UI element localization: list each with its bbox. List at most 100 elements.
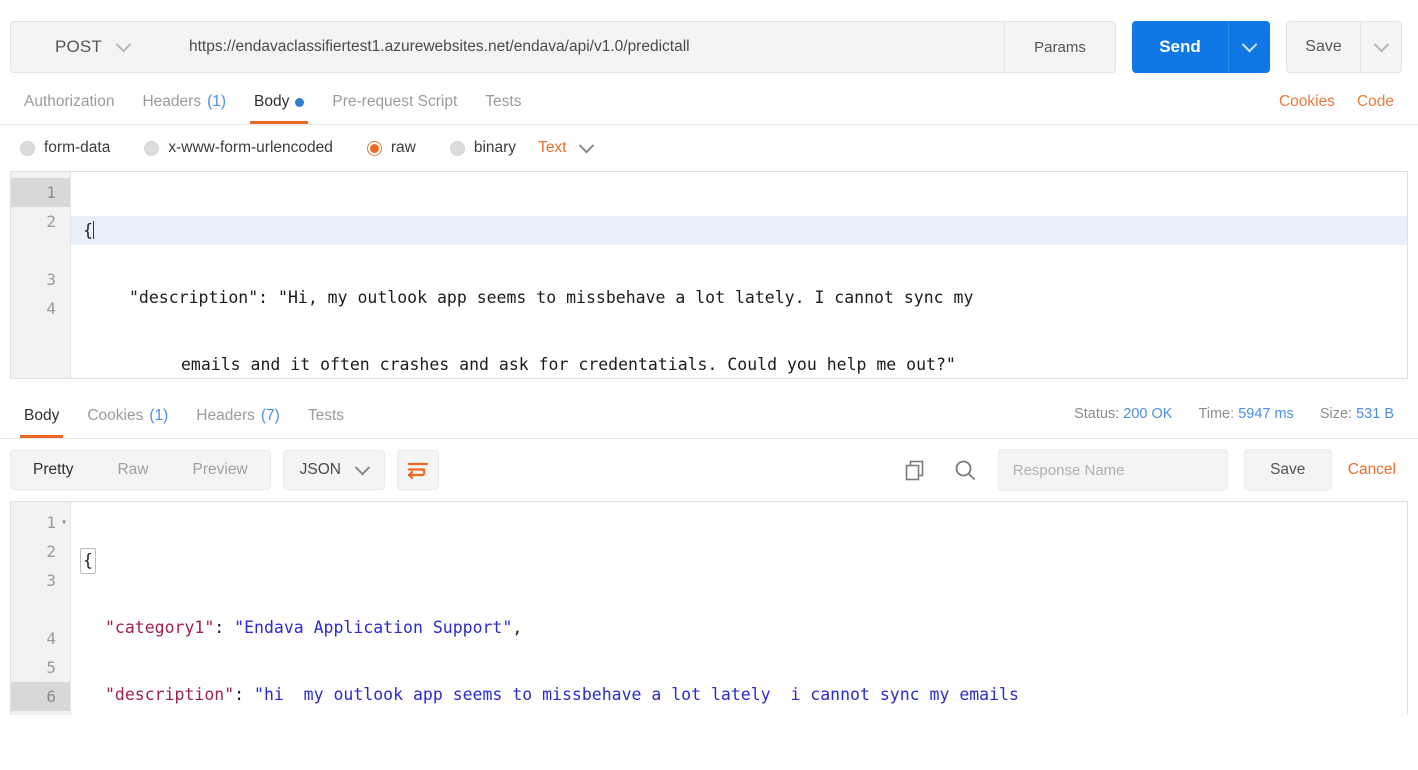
response-toolbar-actions: Save Cancel (898, 449, 1408, 491)
raw-format-dropdown[interactable]: Text (538, 137, 594, 157)
tab-headers[interactable]: Headers (1) (128, 80, 240, 124)
line-number: 4 (46, 299, 56, 318)
request-tabs: Authorization Headers (1) Body Pre-reque… (0, 80, 1418, 125)
response-tab-tests[interactable]: Tests (294, 394, 358, 438)
response-view-mode-group: Pretty Raw Preview (10, 450, 271, 490)
line-number: 3 (46, 270, 56, 289)
text-cursor (92, 221, 94, 239)
code-key: "description" (129, 288, 259, 307)
body-type-raw[interactable]: raw (366, 139, 416, 157)
send-button-group: Send (1132, 21, 1270, 73)
tab-count: (1) (149, 407, 169, 424)
postman-window: POST Params Send Save Authorization (0, 0, 1418, 770)
view-mode-pretty[interactable]: Pretty (11, 451, 95, 489)
radio-label: raw (390, 139, 416, 156)
tab-tests[interactable]: Tests (471, 80, 535, 124)
request-tabs-actions: Cookies Code (1279, 80, 1408, 124)
chevron-down-icon (578, 137, 594, 153)
body-type-binary[interactable]: binary (449, 139, 517, 157)
line-number: 1 (11, 178, 70, 207)
http-method-dropdown[interactable]: POST (10, 21, 173, 73)
tab-label: Body (254, 93, 290, 110)
time-meta: Time: 5947 ms (1198, 406, 1293, 422)
response-meta: Status: 200 OK Time: 5947 ms Size: 531 B (1074, 390, 1408, 438)
response-tab-body[interactable]: Body (10, 394, 73, 438)
response-format-dropdown[interactable]: JSON (282, 450, 385, 490)
radio-icon[interactable] (449, 140, 465, 156)
response-tabs: Body Cookies (1) Headers (7) Tests Statu… (0, 389, 1418, 439)
tab-body[interactable]: Body (240, 80, 318, 124)
line-number: 4 (46, 629, 56, 648)
request-body-code[interactable]: { "description": "Hi, my outlook app see… (71, 172, 1407, 378)
request-url-bar: POST Params Send Save (0, 0, 1418, 80)
params-label: Params (1034, 38, 1086, 56)
size-meta: Size: 531 B (1320, 406, 1394, 422)
save-response-button[interactable]: Save (1243, 449, 1332, 491)
json-punct: , (512, 618, 523, 637)
line-number: 2 (46, 212, 56, 231)
body-type-urlencoded[interactable]: x-www-form-urlencoded (144, 139, 333, 157)
response-tab-headers[interactable]: Headers (7) (182, 394, 294, 438)
code-line-1: { (71, 216, 1407, 245)
radio-icon[interactable] (20, 140, 35, 156)
radio-icon-selected[interactable] (366, 140, 382, 156)
radio-label: form-data (44, 139, 111, 156)
code-text: { (80, 548, 96, 574)
cookies-link[interactable]: Cookies (1279, 93, 1335, 111)
status-meta: Status: 200 OK (1074, 406, 1172, 422)
send-label: Send (1159, 37, 1201, 56)
tab-label: Pre-request Script (332, 93, 458, 110)
raw-format-label: Text (538, 139, 567, 156)
response-name-input[interactable] (997, 449, 1228, 491)
view-mode-preview[interactable]: Preview (171, 451, 270, 489)
radio-icon[interactable] (144, 140, 160, 156)
cancel-link[interactable]: Cancel (1348, 461, 1402, 479)
save-request-button[interactable]: Save (1286, 21, 1360, 73)
search-button[interactable] (948, 453, 982, 487)
line-number: 1 ▾ (11, 508, 70, 537)
body-type-selector: form-data x-www-form-urlencoded raw bina… (0, 125, 1418, 171)
word-wrap-icon (407, 462, 429, 479)
code-text: { (83, 221, 93, 240)
tab-authorization[interactable]: Authorization (10, 80, 128, 124)
response-code-line-1: { (71, 546, 1407, 575)
body-type-form-data[interactable]: form-data (20, 139, 110, 157)
response-format-label: JSON (299, 461, 341, 478)
code-punct: : (258, 288, 279, 307)
chevron-down-icon (1373, 36, 1389, 52)
tab-label: Tests (307, 407, 345, 424)
save-label: Save (1305, 38, 1342, 55)
request-url-input[interactable] (173, 21, 1004, 73)
json-value: "hi my outlook app seems to missbehave a… (254, 685, 1019, 704)
size-label: Size: (1319, 406, 1353, 422)
line-number: 2 (46, 542, 56, 561)
response-code-line-3: "description": "hi my outlook app seems … (105, 685, 1019, 704)
http-method-label: POST (54, 37, 103, 56)
line-number: 6 (11, 682, 70, 711)
search-icon (955, 460, 975, 480)
copy-button[interactable] (898, 453, 932, 487)
code-value: emails and it often crashes and ask for … (181, 355, 956, 374)
radio-label: binary (473, 139, 517, 156)
panel-divider[interactable] (0, 379, 1418, 389)
chevron-down-icon (1241, 36, 1258, 52)
code-link[interactable]: Code (1357, 93, 1394, 111)
request-body-editor[interactable]: 1 2 3 4 { "description": "Hi, my outlook… (10, 171, 1408, 379)
params-button[interactable]: Params (1004, 21, 1116, 73)
response-body-editor[interactable]: 1 ▾ 2 3 4 5 6 { "category1": "Endava Appl… (10, 501, 1408, 715)
response-body-code[interactable]: { "category1": "Endava Application Suppo… (71, 502, 1407, 715)
response-tab-cookies[interactable]: Cookies (1) (73, 394, 182, 438)
save-options-button[interactable] (1360, 21, 1402, 73)
copy-icon (905, 460, 924, 480)
word-wrap-button[interactable] (396, 450, 439, 490)
json-key: "category1" (105, 618, 215, 637)
tab-pre-request-script[interactable]: Pre-request Script (318, 80, 471, 124)
line-number-text: 1 (46, 513, 56, 532)
fold-arrow-icon[interactable]: ▾ (61, 508, 67, 537)
send-options-button[interactable] (1228, 21, 1270, 73)
view-mode-raw[interactable]: Raw (95, 451, 170, 489)
send-button[interactable]: Send (1132, 21, 1228, 73)
code-line-2-wrap: emails and it often crashes and ask for … (71, 350, 1407, 378)
tab-label: Tests (485, 93, 522, 110)
tab-label: Headers (142, 93, 202, 110)
